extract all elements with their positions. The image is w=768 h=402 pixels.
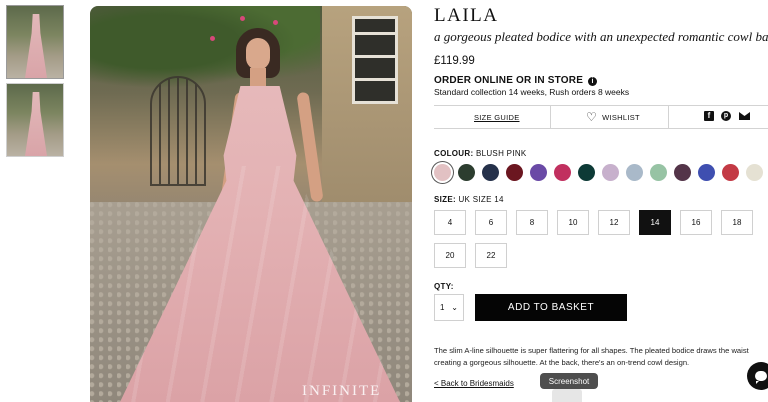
thumbnail-front[interactable] xyxy=(6,5,64,79)
size-option-16[interactable]: 16 xyxy=(680,210,712,235)
photo-gate xyxy=(150,76,206,186)
divider xyxy=(668,106,669,128)
colour-swatch[interactable] xyxy=(722,164,739,181)
divider xyxy=(550,106,551,128)
pinterest-icon[interactable]: p xyxy=(721,111,731,121)
colour-swatch[interactable] xyxy=(746,164,763,181)
selected-size: UK SIZE 14 xyxy=(458,195,504,204)
quantity-label: QTY: xyxy=(434,282,454,291)
chat-icon xyxy=(755,371,767,384)
photo-window xyxy=(352,16,398,104)
product-description: The slim A-line silhouette is super flat… xyxy=(434,345,768,368)
description-line: The slim A-line silhouette is super flat… xyxy=(434,346,749,355)
colour-swatch[interactable] xyxy=(578,164,595,181)
size-option-18[interactable]: 18 xyxy=(721,210,753,235)
size-option-20[interactable]: 20 xyxy=(434,243,466,268)
colour-swatch[interactable] xyxy=(698,164,715,181)
product-title: LAILA xyxy=(434,5,499,26)
colour-swatch[interactable] xyxy=(554,164,571,181)
product-action-bar: SIZE GUIDE ♡ WISHLIST f p xyxy=(434,105,768,129)
colour-swatch[interactable] xyxy=(458,164,475,181)
photo-foliage xyxy=(90,6,320,96)
colour-swatch[interactable] xyxy=(602,164,619,181)
screenshot-tooltip-anchor xyxy=(552,389,582,402)
colour-swatch[interactable] xyxy=(626,164,643,181)
size-label: SIZE: UK SIZE 14 xyxy=(434,195,504,204)
chat-button[interactable] xyxy=(747,362,768,390)
colour-swatch[interactable] xyxy=(434,164,451,181)
quantity-select[interactable]: 1 ⌄ xyxy=(434,294,464,321)
size-option-14[interactable]: 14 xyxy=(639,210,671,235)
photo-flower xyxy=(210,36,215,41)
description-line: creating a gorgeous silhouette. At the b… xyxy=(434,357,690,367)
size-option-22[interactable]: 22 xyxy=(475,243,507,268)
colour-swatch[interactable] xyxy=(530,164,547,181)
email-icon[interactable] xyxy=(739,112,750,120)
wishlist-label: WISHLIST xyxy=(602,112,640,122)
wishlist-button[interactable]: ♡ WISHLIST xyxy=(586,111,640,123)
size-option-6[interactable]: 6 xyxy=(475,210,507,235)
back-to-bridesmaids-link[interactable]: < Back to Bridesmaids xyxy=(434,379,514,388)
photo-flower xyxy=(240,16,245,21)
size-option-8[interactable]: 8 xyxy=(516,210,548,235)
colour-swatch[interactable] xyxy=(674,164,691,181)
order-heading: ORDER ONLINE OR IN STORE i xyxy=(434,75,598,86)
selected-colour: BLUSH PINK xyxy=(475,149,527,158)
colour-swatch[interactable] xyxy=(650,164,667,181)
size-option-10[interactable]: 10 xyxy=(557,210,589,235)
main-product-image[interactable]: INFINITE xyxy=(90,6,412,402)
colour-label: COLOUR: BLUSH PINK xyxy=(434,149,527,158)
colour-heading: COLOUR: xyxy=(434,149,474,158)
size-heading: SIZE: xyxy=(434,195,456,204)
colour-swatch[interactable] xyxy=(482,164,499,181)
size-guide-link[interactable]: SIZE GUIDE xyxy=(474,113,520,122)
info-icon[interactable]: i xyxy=(588,77,598,86)
model-face xyxy=(246,38,270,70)
delivery-note: Standard collection 14 weeks, Rush order… xyxy=(434,87,630,97)
screenshot-tooltip: Screenshot xyxy=(540,373,598,389)
size-option-12[interactable]: 12 xyxy=(598,210,630,235)
quantity-value: 1 xyxy=(440,303,445,312)
add-to-basket-button[interactable]: ADD TO BASKET xyxy=(475,294,627,321)
heart-icon: ♡ xyxy=(586,110,598,124)
facebook-icon[interactable]: f xyxy=(704,111,714,121)
product-price: £119.99 xyxy=(434,55,475,67)
size-option-4[interactable]: 4 xyxy=(434,210,466,235)
product-tagline: a gorgeous pleated bodice with an unexpe… xyxy=(434,29,768,44)
thumbnail-back[interactable] xyxy=(6,83,64,157)
brand-watermark: INFINITE xyxy=(302,383,382,399)
order-heading-text: ORDER ONLINE OR IN STORE xyxy=(434,75,584,86)
chevron-down-icon: ⌄ xyxy=(451,303,458,312)
colour-swatch[interactable] xyxy=(506,164,523,181)
photo-flower xyxy=(273,20,278,25)
product-info-panel: LAILA a gorgeous pleated bodice with an … xyxy=(434,0,768,402)
